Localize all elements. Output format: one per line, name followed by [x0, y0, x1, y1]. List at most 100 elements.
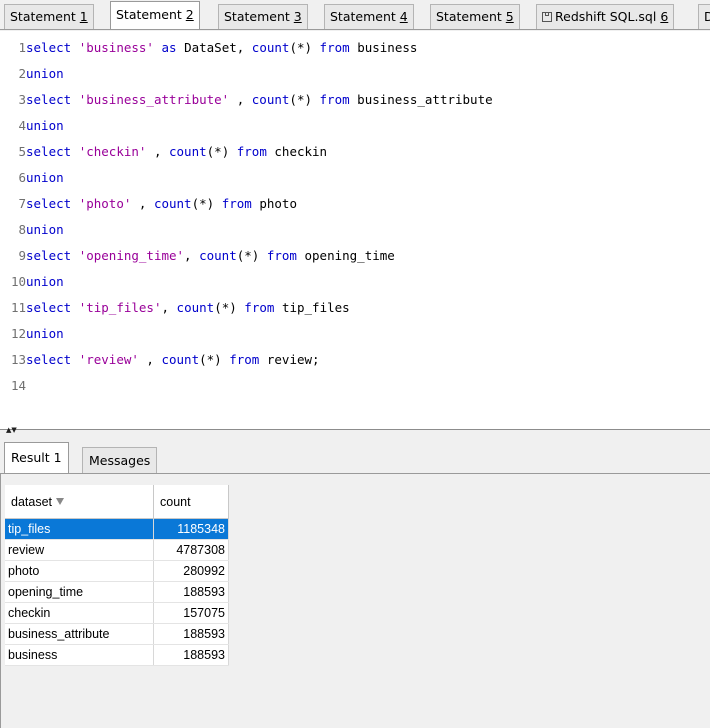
- splitter-arrows-icon[interactable]: ▲▼: [6, 427, 17, 434]
- tab-redshift-sql[interactable]: Redshift SQL.sql 6: [536, 4, 675, 29]
- statement-tab-bar: Statement 1 Statement 2 Statement 3 Stat…: [0, 0, 710, 30]
- column-header-dataset[interactable]: dataset: [5, 485, 154, 519]
- cell-dataset[interactable]: review: [5, 539, 154, 561]
- code-token: (*): [191, 196, 222, 211]
- code-token: as: [153, 40, 185, 55]
- table-row[interactable]: review 4787308: [5, 539, 229, 561]
- line-number: 11: [10, 300, 26, 315]
- code-token: review;: [266, 352, 320, 367]
- code-token: checkin: [274, 144, 328, 159]
- line-number: 6: [18, 170, 26, 185]
- cell-dataset[interactable]: opening_time: [5, 581, 154, 603]
- code-line[interactable]: 11select 'tip_files', count(*) from tip_…: [0, 295, 350, 321]
- cell-count[interactable]: 280992: [153, 560, 229, 582]
- code-token: union: [26, 118, 64, 133]
- line-number: 7: [18, 196, 26, 211]
- code-line[interactable]: 8union: [0, 217, 63, 243]
- code-token: ,: [131, 196, 154, 211]
- cell-dataset[interactable]: business: [5, 644, 154, 666]
- code-token: photo: [259, 196, 297, 211]
- code-token: count: [199, 248, 237, 263]
- code-line[interactable]: 9select 'opening_time', count(*) from op…: [0, 243, 395, 269]
- code-token: ,: [161, 300, 177, 315]
- cell-dataset[interactable]: photo: [5, 560, 154, 582]
- tab-statement-5[interactable]: Statement 5: [430, 4, 520, 29]
- table-row[interactable]: tip_files 1185348: [5, 518, 229, 540]
- code-token: from: [319, 92, 358, 107]
- code-token: select: [26, 196, 79, 211]
- code-token: select: [26, 352, 79, 367]
- code-token: (*): [236, 248, 267, 263]
- code-token: union: [26, 66, 64, 81]
- filter-sort-icon[interactable]: [56, 497, 65, 505]
- tab-truncated[interactable]: D: [698, 4, 710, 29]
- line-number: 1: [18, 40, 26, 55]
- cell-dataset[interactable]: checkin: [5, 602, 154, 624]
- tab-statement-4[interactable]: Statement 4: [324, 4, 414, 29]
- code-line[interactable]: 10union: [0, 269, 64, 295]
- table-row[interactable]: opening_time 188593: [5, 581, 229, 603]
- code-token: from: [221, 196, 260, 211]
- results-panel: dataset count tip_files 1185348 review 4787…: [0, 473, 710, 728]
- line-number: 3: [18, 92, 26, 107]
- code-token: 'checkin': [78, 144, 147, 159]
- code-token: (*): [289, 92, 320, 107]
- table-row[interactable]: photo 280992: [5, 560, 229, 582]
- code-token: count: [153, 196, 192, 211]
- code-token: from: [229, 352, 267, 367]
- code-token: select: [26, 248, 79, 263]
- code-token: count: [169, 144, 207, 159]
- editor-results-splitter[interactable]: ▲▼: [0, 427, 710, 437]
- code-token: select: [26, 40, 79, 55]
- code-line[interactable]: 12union: [0, 321, 64, 347]
- code-line[interactable]: 3select 'business_attribute' , count(*) …: [0, 87, 492, 113]
- sql-editor[interactable]: 1select 'business' as DataSet, count(*) …: [0, 31, 710, 429]
- code-line[interactable]: 6union: [0, 165, 63, 191]
- cell-count[interactable]: 4787308: [153, 539, 229, 561]
- tab-messages[interactable]: Messages: [82, 447, 158, 473]
- tab-statement-1[interactable]: Statement 1: [4, 4, 94, 29]
- code-token: select: [26, 92, 79, 107]
- code-token: 'business_attribute': [78, 92, 230, 107]
- cell-count[interactable]: 157075: [153, 602, 229, 624]
- results-grid[interactable]: dataset count tip_files 1185348 review 4787…: [5, 485, 229, 666]
- table-row[interactable]: business_attribute 188593: [5, 623, 229, 645]
- code-line[interactable]: 4union: [0, 113, 64, 139]
- tab-result-1[interactable]: Result 1: [4, 442, 69, 473]
- code-line[interactable]: 2union: [0, 61, 64, 87]
- code-token: 'opening_time': [78, 248, 185, 263]
- tab-statement-3[interactable]: Statement 3: [218, 4, 308, 29]
- code-token: union: [26, 326, 64, 341]
- code-token: from: [266, 248, 305, 263]
- cell-count[interactable]: 188593: [153, 623, 229, 645]
- line-number: 13: [10, 352, 26, 367]
- code-token: ,: [138, 352, 162, 367]
- code-token: opening_time: [304, 248, 395, 263]
- code-token: union: [26, 274, 64, 289]
- line-number: 10: [10, 274, 26, 289]
- code-line[interactable]: 7select 'photo' , count(*) from photo: [0, 191, 297, 217]
- save-disk-icon: [542, 12, 552, 22]
- table-row[interactable]: business 188593: [5, 644, 229, 666]
- result-tab-bar: Result 1 Messages: [0, 437, 710, 473]
- column-header-count[interactable]: count: [153, 485, 229, 519]
- cell-count[interactable]: 188593: [153, 581, 229, 603]
- code-token: from: [319, 40, 358, 55]
- code-line[interactable]: 1select 'business' as DataSet, count(*) …: [0, 35, 417, 61]
- code-token: select: [26, 300, 79, 315]
- code-line[interactable]: 14: [0, 373, 26, 399]
- cell-dataset[interactable]: tip_files: [5, 518, 154, 540]
- code-line[interactable]: 13select 'review' , count(*) from review…: [0, 347, 320, 373]
- code-token: 'photo': [78, 196, 132, 211]
- code-token: business: [357, 40, 418, 55]
- table-row[interactable]: checkin 157075: [5, 602, 229, 624]
- code-token: count: [251, 40, 290, 55]
- cell-count[interactable]: 188593: [153, 644, 229, 666]
- code-token: ,: [146, 144, 169, 159]
- tab-statement-2[interactable]: Statement 2: [110, 1, 200, 29]
- line-number: 4: [18, 118, 26, 133]
- code-line[interactable]: 5select 'checkin' , count(*) from checki…: [0, 139, 327, 165]
- cell-count[interactable]: 1185348: [153, 518, 229, 540]
- code-token: count: [161, 352, 200, 367]
- cell-dataset[interactable]: business_attribute: [5, 623, 154, 645]
